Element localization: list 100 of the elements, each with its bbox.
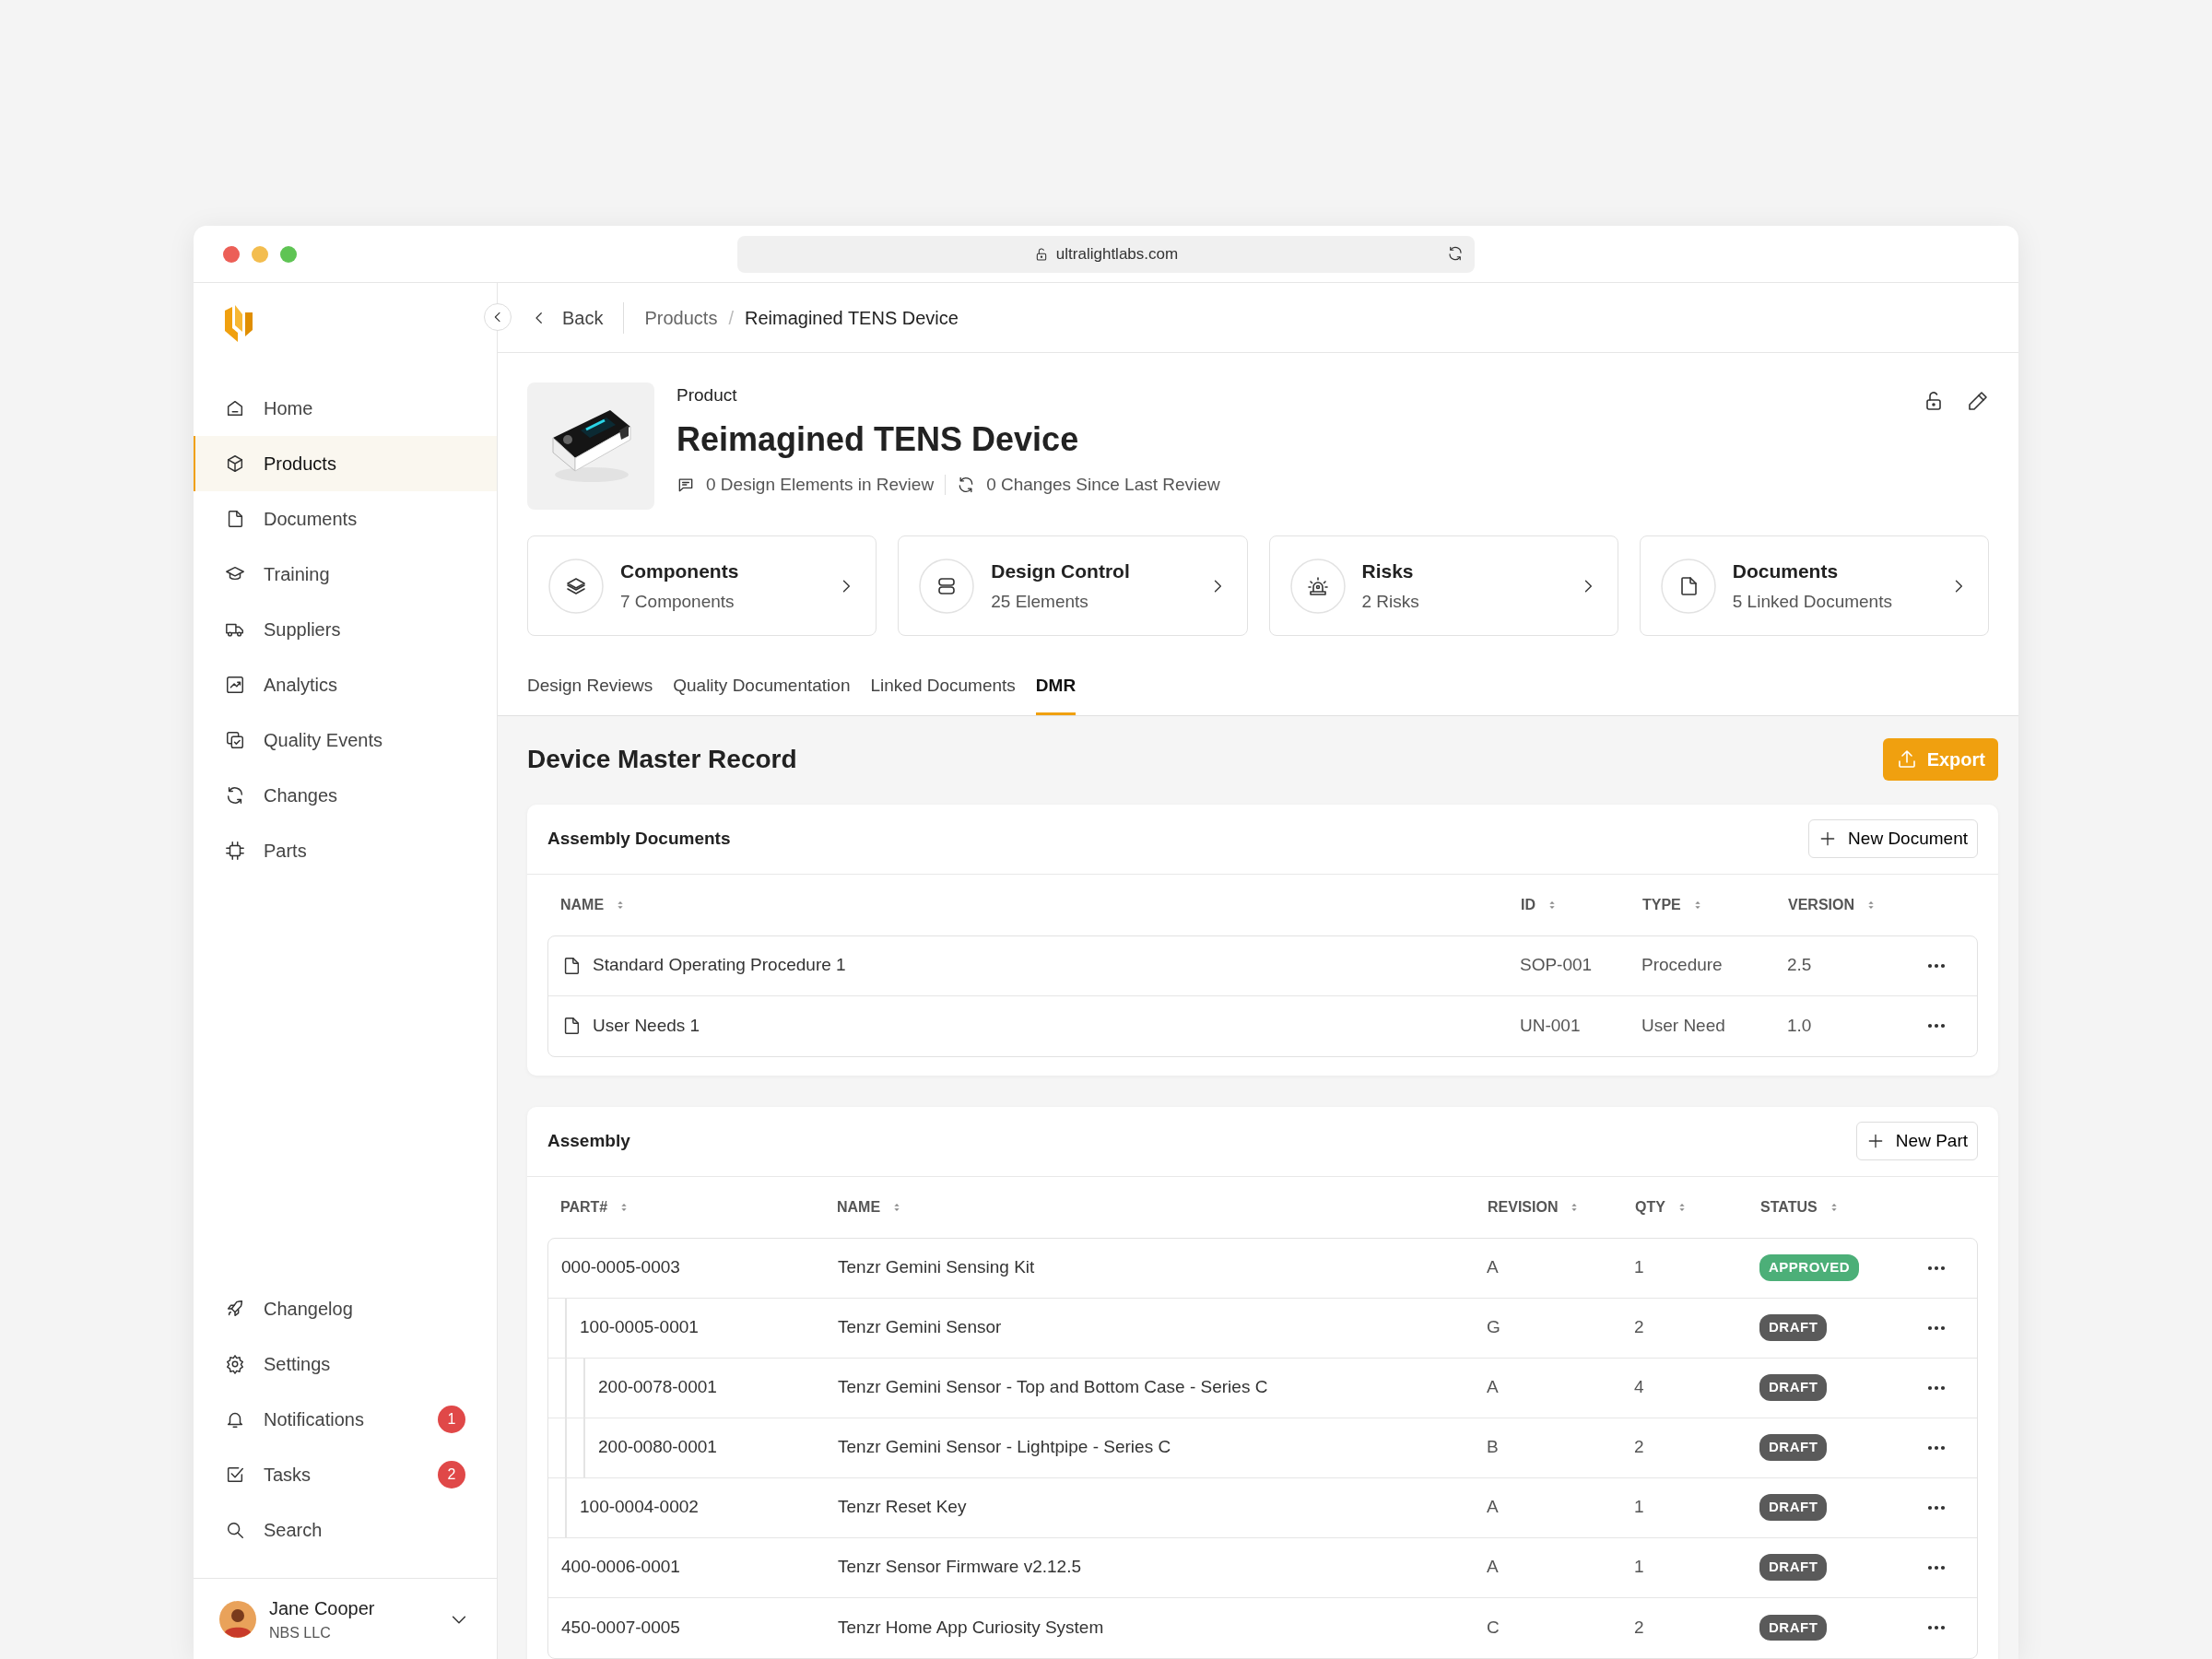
column-header[interactable]: REVISION	[1475, 1176, 1622, 1238]
column-header[interactable]: NAME	[824, 1176, 1475, 1238]
edit-icon[interactable]	[1967, 390, 1989, 412]
layers-icon	[548, 558, 604, 614]
checklist-icon	[225, 730, 245, 750]
table-cell-text: Tenzr Gemini Sensing Kit	[838, 1256, 1035, 1279]
part-number[interactable]: 450-0007-0005	[561, 1614, 680, 1641]
card-title: Assembly Documents	[547, 827, 731, 850]
table-cell-text: Tenzr Gemini Sensor - Top and Bottom Case - Series C	[838, 1376, 1268, 1399]
tab[interactable]: Quality Documentation	[673, 662, 851, 715]
sidebar-item[interactable]: Tasks 2	[194, 1447, 497, 1502]
table-cell-text: Tenzr Gemini Sensor - Lightpipe - Series C	[838, 1436, 1171, 1459]
table-cell-text: G	[1487, 1316, 1500, 1339]
count-badge: 1	[438, 1406, 465, 1433]
cube-icon	[225, 453, 245, 474]
summary-card[interactable]: Risks 2 Risks	[1268, 535, 1618, 636]
avatar[interactable]	[219, 1600, 256, 1638]
window-control-dot[interactable]	[252, 245, 268, 263]
sidebar-item[interactable]: Search	[194, 1502, 497, 1558]
table-cell-text: 1.0	[1787, 1014, 1812, 1037]
document-name[interactable]: User Needs 1	[593, 1012, 700, 1040]
column-header[interactable]: QTY	[1622, 1176, 1747, 1238]
new-button[interactable]: New Document	[1808, 818, 1978, 859]
sidebar-item[interactable]: Home	[194, 381, 497, 436]
table-cell-text: UN-001	[1520, 1014, 1581, 1037]
url-text: ultralightlabs.com	[1055, 244, 1179, 265]
document-icon	[1660, 558, 1716, 614]
sidebar-item[interactable]: Changes	[194, 768, 497, 823]
chip-icon	[225, 841, 245, 861]
section-title: Device Master Record	[527, 743, 797, 775]
part-number[interactable]: 200-0078-0001	[598, 1374, 717, 1401]
part-number[interactable]: 100-0005-0001	[580, 1314, 699, 1341]
new-button[interactable]: New Part	[1855, 1121, 1978, 1161]
home-icon	[225, 398, 245, 418]
sidebar-item[interactable]: Notifications 1	[194, 1392, 497, 1447]
card-subtitle: 25 Elements	[991, 591, 1089, 613]
stacked-rectangles-icon	[919, 558, 975, 614]
back-link[interactable]: Back	[531, 303, 604, 332]
part-number[interactable]: 000-0005-0003	[561, 1254, 680, 1281]
product-title: Reimagined TENS Device	[677, 418, 1080, 460]
sidebar-item[interactable]: Quality Events	[194, 712, 497, 768]
table-cell-text: 1	[1634, 1496, 1644, 1519]
part-number[interactable]: 100-0004-0002	[580, 1494, 699, 1521]
column-header[interactable]: NAME	[547, 874, 1508, 935]
sidebar-item[interactable]: Parts	[194, 823, 497, 878]
search-icon	[225, 1520, 245, 1540]
sidebar-item[interactable]: Analytics	[194, 657, 497, 712]
column-header[interactable]: PART#	[547, 1176, 824, 1238]
column-header[interactable]: TYPE	[1630, 874, 1775, 935]
card-title: Risks	[1361, 559, 1415, 583]
breadcrumb-link[interactable]: Products	[644, 303, 718, 332]
status-tag: DRAFT	[1759, 1614, 1828, 1641]
card-title: Components	[620, 559, 740, 583]
table-cell-text: 1	[1634, 1256, 1644, 1279]
sidebar-item[interactable]: Products	[194, 436, 497, 491]
sidebar-item[interactable]: Changelog	[194, 1281, 497, 1336]
status-tag: DRAFT	[1759, 1554, 1828, 1581]
part-number[interactable]: 400-0006-0001	[561, 1554, 680, 1581]
checkbox-icon	[225, 1465, 245, 1485]
document-name[interactable]: Standard Operating Procedure 1	[593, 952, 846, 979]
column-header[interactable]: STATUS	[1747, 1176, 1913, 1238]
refresh-icon	[225, 785, 245, 806]
tab[interactable]: Design Reviews	[527, 662, 653, 715]
summary-card[interactable]: Design Control 25 Elements	[898, 535, 1248, 636]
status-tag: DRAFT	[1759, 1374, 1828, 1401]
address-bar[interactable]: ultralightlabs.com	[737, 236, 1475, 273]
table-cell-text: Procedure	[1641, 954, 1723, 977]
sidebar-item[interactable]: Documents	[194, 491, 497, 547]
column-header[interactable]: ID	[1508, 874, 1630, 935]
summary-card[interactable]: Documents 5 Linked Documents	[1639, 535, 1989, 636]
window-control-dot[interactable]	[223, 245, 240, 263]
part-number[interactable]: 200-0080-0001	[598, 1434, 717, 1461]
table-cell-text: C	[1487, 1616, 1500, 1639]
settings-icon	[225, 1354, 245, 1374]
status-tag: DRAFT	[1759, 1494, 1828, 1521]
count-badge: 2	[438, 1461, 465, 1488]
table-cell-text: Tenzr Gemini Sensor	[838, 1316, 1002, 1339]
status-tag: DRAFT	[1759, 1314, 1828, 1341]
table-cell-text: B	[1487, 1436, 1499, 1459]
card-subtitle: 7 Components	[620, 591, 735, 613]
card-title: Design Control	[991, 559, 1131, 583]
breadcrumb-current: Reimagined TENS Device	[744, 306, 959, 330]
card-subtitle: 5 Linked Documents	[1732, 591, 1893, 613]
table-cell-text: User Need	[1641, 1014, 1725, 1037]
summary-card[interactable]: Components 7 Components	[527, 535, 877, 636]
column-header[interactable]: VERSION	[1775, 874, 1913, 935]
table-cell-text: Tenzr Sensor Firmware v2.12.5	[838, 1556, 1081, 1579]
status-tag: APPROVED	[1759, 1254, 1860, 1281]
window-control-dot[interactable]	[280, 245, 297, 263]
sidebar-item[interactable]: Settings	[194, 1336, 497, 1392]
user-name: Jane Cooper	[269, 1596, 375, 1620]
table-cell-text: 2	[1634, 1436, 1644, 1459]
reload-icon[interactable]	[1447, 245, 1464, 262]
tab[interactable]: Linked Documents	[870, 662, 1016, 715]
sidebar-item[interactable]: Training	[194, 547, 497, 602]
sidebar-item[interactable]: Suppliers	[194, 602, 497, 657]
siren-icon	[1289, 558, 1346, 614]
card-title: Documents	[1732, 559, 1840, 583]
table-cell-text: A	[1487, 1496, 1499, 1519]
chart-icon	[225, 675, 245, 695]
